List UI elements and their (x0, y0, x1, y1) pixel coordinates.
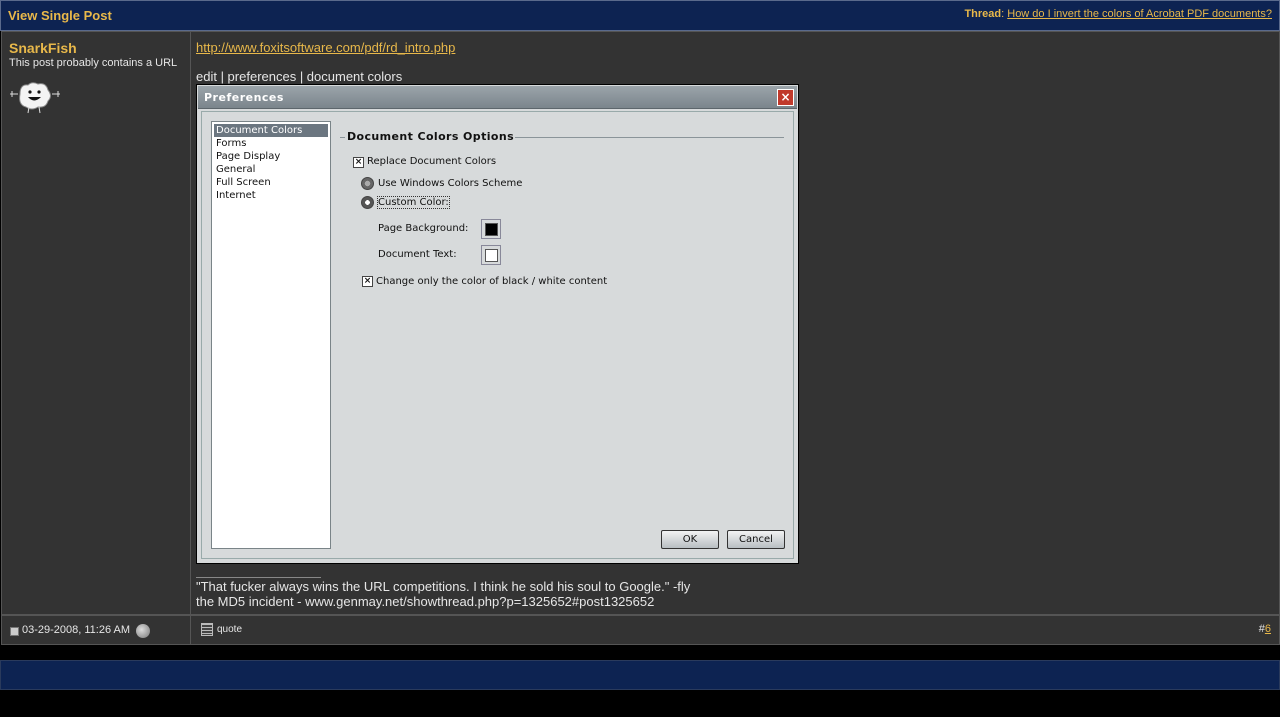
thread-info: Thread: How do I invert the colors of Ac… (964, 8, 1272, 20)
cancel-button: Cancel (727, 530, 785, 549)
close-icon: × (777, 89, 794, 106)
category-item-internet: Internet (216, 190, 256, 201)
group-title: Document Colors Options (347, 130, 515, 143)
signature-quote: "That fucker always wins the URL competi… (196, 579, 691, 594)
replace-colors-label: Replace Document Colors (367, 156, 497, 167)
thread-label: Thread (964, 8, 1002, 20)
document-text-swatch (481, 245, 501, 265)
page-bottom-bar (0, 660, 1280, 690)
post-footer-left: 03-29-2008, 11:26 AM (1, 615, 191, 645)
page-background-swatch (481, 219, 501, 239)
quote-icon (201, 623, 213, 636)
dialog-titlebar: Preferences × (198, 86, 797, 109)
radio-custom-color (361, 196, 374, 209)
document-text-label: Document Text: (378, 249, 457, 260)
radio-windows-label: Use Windows Colors Scheme (378, 178, 523, 189)
user-title: This post probably contains a URL (9, 57, 178, 69)
replace-colors-checkbox: × (353, 157, 364, 168)
category-item-full-screen: Full Screen (216, 177, 271, 188)
username-link[interactable]: SnarkFish (9, 40, 77, 56)
thread-separator: : (1001, 8, 1005, 20)
user-info-panel: SnarkFish This post probably contains a … (1, 31, 191, 615)
dialog-title: Preferences (204, 91, 284, 104)
foxit-link[interactable]: http://www.foxitsoftware.com/pdf/rd_intr… (196, 40, 455, 55)
user-offline-icon (136, 624, 150, 638)
signature-divider (196, 577, 321, 578)
post-number: #6 (1258, 623, 1271, 635)
category-item-page-display: Page Display (216, 151, 281, 162)
page-title: View Single Post (8, 8, 112, 23)
page-background-label: Page Background: (378, 223, 469, 234)
thread-link[interactable]: How do I invert the colors of Acrobat PD… (1007, 8, 1272, 20)
quote-label: quote (217, 624, 243, 635)
change-only-label: Change only the color of black / white c… (376, 276, 608, 287)
cartoon-avatar-icon (10, 82, 60, 114)
preferences-dialog-image: Preferences × Document Colors Forms Page… (196, 84, 799, 564)
category-item-general: General (216, 164, 256, 175)
post-footer-right: quote #6 (190, 615, 1280, 645)
page-header: View Single Post Thread: How do I invert… (0, 0, 1280, 31)
quote-button[interactable]: quote (201, 623, 242, 636)
category-list: Document Colors Forms Page Display Gener… (211, 121, 331, 549)
change-only-checkbox: × (362, 276, 373, 287)
post-status-icon (10, 627, 19, 636)
category-item-document-colors: Document Colors (214, 124, 328, 137)
menu-path-text: edit | preferences | document colors (196, 69, 403, 84)
signature-md5-line: the MD5 incident - www.genmay.net/showth… (196, 594, 655, 609)
category-item-forms: Forms (216, 138, 247, 149)
ok-button: OK (661, 530, 719, 549)
radio-windows-scheme (361, 177, 374, 190)
radio-custom-label: Custom Color: (377, 196, 450, 209)
post-number-link[interactable]: 6 (1265, 623, 1271, 635)
post-date: 03-29-2008, 11:26 AM (22, 624, 131, 636)
